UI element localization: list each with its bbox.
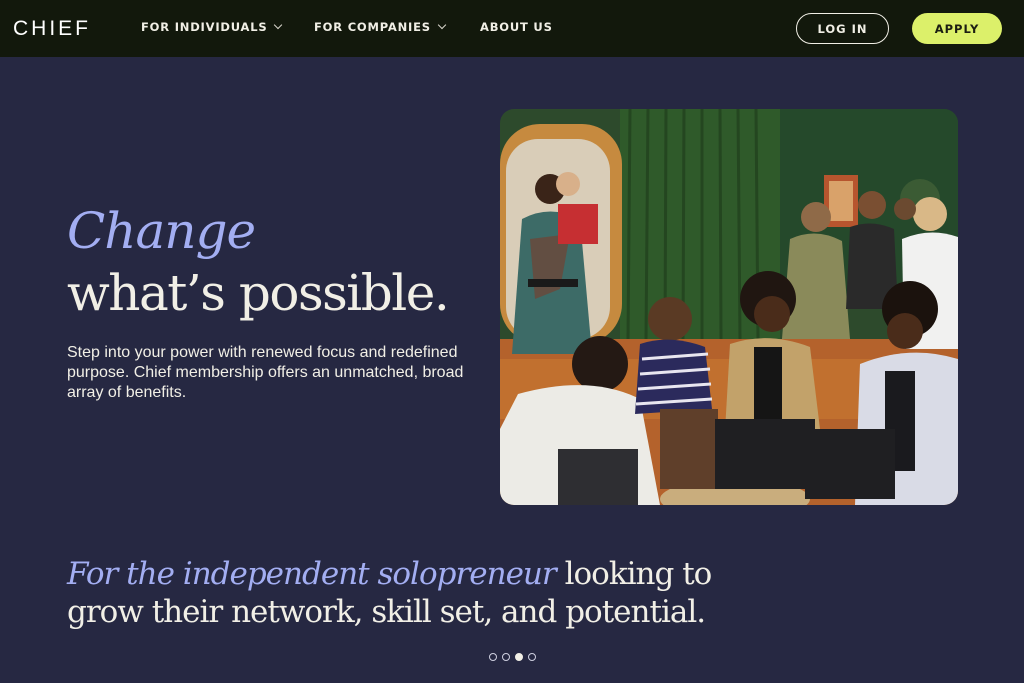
login-button[interactable]: LOG IN (796, 13, 889, 44)
chief-logo[interactable]: CHIEF (13, 17, 91, 41)
nav-about-us[interactable]: ABOUT US (480, 20, 553, 34)
chevron-down-icon (437, 20, 447, 30)
chevron-down-icon (274, 20, 283, 30)
hero-title-main: what’s possible. (67, 264, 450, 322)
apply-button[interactable]: APPLY (912, 13, 1002, 44)
carousel-dot[interactable] (502, 653, 510, 661)
nav-for-individuals[interactable]: FOR INDIVIDUALS (141, 20, 283, 34)
nav-for-companies[interactable]: FOR COMPANIES (314, 20, 447, 34)
tagline: For the independent solopreneur looking … (67, 555, 787, 631)
hero-description: Step into your power with renewed focus … (67, 344, 464, 401)
carousel-dot[interactable] (528, 653, 536, 661)
hero-photo (500, 109, 958, 505)
tagline-accent: For the independent solopreneur (67, 556, 557, 592)
hero-title-accent: Change (67, 202, 256, 260)
carousel-dots (489, 653, 536, 661)
carousel-dot[interactable] (489, 653, 497, 661)
carousel-dot[interactable] (515, 653, 523, 661)
nav-for-companies-label: FOR COMPANIES (314, 20, 431, 34)
nav-about-us-label: ABOUT US (480, 20, 553, 34)
hero-title: Change what’s possible. (67, 200, 450, 324)
top-navigation: CHIEF FOR INDIVIDUALS FOR COMPANIES ABOU… (0, 0, 1024, 57)
nav-for-individuals-label: FOR INDIVIDUALS (141, 20, 268, 34)
